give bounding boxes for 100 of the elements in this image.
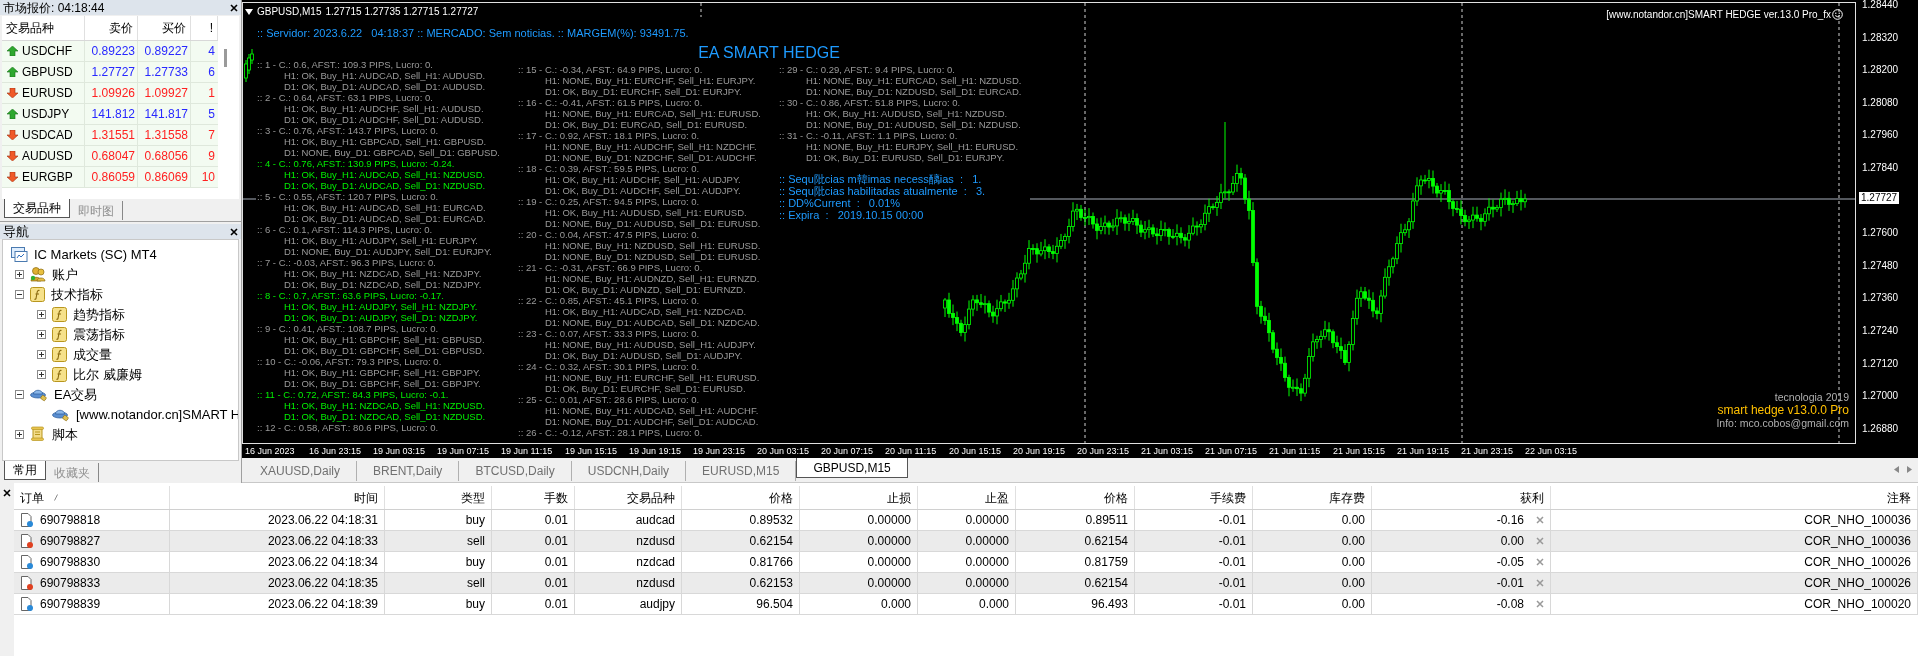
chart-tab[interactable]: XAUUSD,Daily — [244, 461, 357, 481]
ask-cell: 141.817 — [138, 104, 191, 124]
tree-item[interactable]: 成交量 — [73, 347, 112, 361]
order-row[interactable]: 690798827 2023.06.22 04:18:33 sell 0.01 nzdusd 0.62154 0.00000 0.00000 0.62154 -0.01 0.00 0.00 COR_NHO_100036 — [14, 531, 1918, 552]
expand-icon[interactable] — [15, 429, 24, 439]
tree-item[interactable]: 趋势指标 — [73, 307, 125, 321]
symbol-cell[interactable]: AUDUSD — [22, 147, 73, 165]
order-row[interactable]: 690798833 2023.06.22 04:18:35 sell 0.01 nzdusd 0.62153 0.00000 0.00000 0.62154 -0.01 0.00 -0.01 COR_NHO_100026 — [14, 573, 1918, 594]
price-axis-label: 1.28200 — [1862, 64, 1899, 77]
scrollbar-thumb[interactable] — [223, 49, 227, 67]
column-header[interactable]: 订单 — [20, 488, 44, 507]
time-axis-label: 21 Jun 19:15 — [1397, 445, 1451, 458]
table-cell-text: 690798818 — [40, 512, 101, 529]
spread-cell-text: 6 — [207, 64, 216, 81]
order-icon — [20, 554, 34, 570]
pair-signal-line: H1: OK, Buy_H1: NZDCAD, Sell_H1: NZDUSD. — [283, 400, 487, 411]
pair-status-heading: :: 4 - C.: 0.76, AFST.: 130.9 PIPS, Lucro: -0.24. — [257, 158, 456, 169]
ask-cell: 0.89227 — [138, 41, 191, 61]
pair-signal-line: H1: OK, Buy_H1: AUDCAD, Sell_H1: NZDUSD. — [283, 169, 487, 180]
column-header[interactable]: 手续费 — [1210, 488, 1246, 507]
panel-tab[interactable]: 交易品种 — [4, 199, 70, 218]
symbol-cell[interactable]: USDCAD — [22, 126, 73, 144]
symbol-cell[interactable]: EURUSD — [22, 84, 73, 102]
price-axis-label: 1.27360 — [1862, 292, 1899, 305]
order-row[interactable]: 690798830 2023.06.22 04:18:34 buy 0.01 nzdcad 0.81766 0.00000 0.00000 0.81759 -0.01 0.00 -0.05 COR_NHO_100026 — [14, 552, 1918, 573]
pair-signal-line: H1: OK, Buy_H1: GBPCHF, Sell_H1: GBPJPY. — [283, 367, 482, 378]
close-icon[interactable] — [3, 489, 11, 497]
table-cell-text: 690798830 — [40, 554, 101, 571]
column-header[interactable]: 注释 — [1887, 488, 1911, 507]
symbol-cell[interactable]: GBPUSD — [22, 63, 73, 81]
pair-signal-line: D1: NONE, Buy_D1: NZDCHF, Sell_D1: AUDCHF. — [544, 152, 758, 163]
time-axis-label: 21 Jun 11:15 — [1269, 445, 1322, 458]
pair-status-heading: :: 20 - C.: 0.04, AFST.: 47.5 PIPS, Lucro: 0. — [518, 229, 701, 240]
pair-signal-line: H1: OK, Buy_H1: AUDCAD, Sell_H1: NZDCAD. — [544, 306, 748, 317]
column-header[interactable]: 止盈 — [985, 488, 1009, 507]
symbol-cell[interactable]: EURGBP — [22, 168, 73, 186]
time-axis-label: 20 Jun 15:15 — [949, 445, 1003, 458]
table-cell-text: 0.00000 — [965, 512, 1009, 529]
chart-tab[interactable]: USDCNH,Daily — [571, 461, 687, 481]
close-icon[interactable] — [230, 227, 238, 236]
order-row[interactable]: 690798839 2023.06.22 04:18:39 buy 0.01 audjpy 96.504 0.000 0.000 96.493 -0.01 0.00 -0.08 COR_NHO_100020 — [14, 594, 1918, 615]
dropdown-triangle-icon[interactable] — [245, 8, 253, 15]
chart-plot[interactable] — [242, 2, 1856, 444]
table-cell-text: nzdusd — [636, 533, 675, 550]
pair-status-heading: :: 5 - C.: 0.55, AFST.: 120.7 PIPS, Lucro: 0. — [257, 191, 440, 202]
time-axis-label: 19 Jun 11:15 — [501, 445, 554, 458]
column-header[interactable]: 买价 — [138, 16, 191, 40]
column-header[interactable]: 止损 — [887, 488, 911, 507]
order-row[interactable]: 690798818 2023.06.22 04:18:31 buy 0.01 audcad 0.89532 0.00000 0.00000 0.89511 -0.01 0.00 -0.16 COR_NHO_100036 — [14, 510, 1918, 531]
tree-item[interactable]: 脚本 — [52, 427, 78, 441]
tree-item[interactable]: 比尔 威廉姆 — [73, 367, 142, 381]
time-axis-label: 19 Jun 15:15 — [565, 445, 619, 458]
function-icon — [52, 306, 67, 322]
pair-signal-line: H1: OK, Buy_H1: AUDCHF, Sell_H1: AUDUSD. — [283, 103, 485, 114]
collapse-icon[interactable] — [15, 289, 24, 299]
panel-tab[interactable]: 常用 — [4, 461, 46, 480]
pair-status-heading: :: 19 - C.: 0.25, AFST.: 94.5 PIPS, Lucro: 0. — [518, 196, 701, 207]
expand-icon[interactable] — [37, 309, 46, 319]
expand-icon[interactable] — [37, 349, 46, 359]
column-header[interactable]: 卖价 — [85, 16, 138, 40]
table-cell-text: -0.01 — [1218, 512, 1246, 529]
column-header[interactable]: 库存费 — [1329, 488, 1365, 507]
tree-item[interactable]: 技术指标 — [51, 287, 103, 301]
pair-signal-line: D1: NONE, Buy_D1: NZDUSD, Sell_D1: EURUSD. — [544, 251, 762, 262]
pair-signal-line: D1: NONE, Buy_D1: AUDJPY, Sell_D1: EURJPY. — [283, 246, 493, 257]
expand-icon[interactable] — [37, 329, 46, 339]
pair-signal-line: H1: NONE, Buy_H1: AUDCAD, Sell_H1: AUDCHF. — [544, 405, 760, 416]
column-header[interactable]: 手数 — [544, 488, 568, 507]
expand-icon[interactable] — [37, 369, 46, 379]
symbol-cell[interactable]: USDCHF — [22, 42, 72, 60]
ask-cell: 0.68056 — [138, 146, 191, 166]
table-cell-text: 0.00000 — [867, 512, 911, 529]
chart-tab[interactable]: BTCUSD,Daily — [459, 461, 572, 481]
column-header[interactable]: ! — [191, 16, 218, 40]
tree-item[interactable]: 震荡指标 — [73, 327, 125, 341]
tree-item[interactable]: EA交易 — [54, 387, 98, 401]
footer-info: tecnologia 2019 — [1774, 391, 1849, 404]
pair-status-heading: :: 17 - C.: 0.92, AFST.: 18.1 PIPS, Lucro: 0. — [518, 130, 701, 141]
chart-tab[interactable]: GBPUSD,M15 — [796, 458, 908, 478]
column-header[interactable]: 交易品种 — [2, 16, 85, 40]
column-header[interactable]: 价格 — [769, 488, 793, 507]
chart-tab[interactable]: BRENT,Daily — [357, 461, 460, 481]
column-header[interactable]: 时间 — [354, 488, 378, 507]
price-axis-label: 1.28320 — [1862, 31, 1899, 44]
footer-info: smart hedge v13.0.0 Pro — [1717, 404, 1849, 417]
column-header[interactable]: 获利 — [1520, 488, 1544, 507]
column-header[interactable]: 价格 — [1104, 488, 1128, 507]
scroll-left-icon[interactable] — [1894, 466, 1899, 473]
table-cell-text: 0.01 — [544, 533, 568, 550]
column-header[interactable]: 交易品种 — [627, 488, 675, 507]
tree-item[interactable]: IC Markets (SC) MT4 — [34, 247, 157, 261]
collapse-icon[interactable] — [15, 389, 24, 399]
expand-icon[interactable] — [15, 269, 24, 279]
tree-item[interactable]: 账户 — [52, 267, 78, 281]
close-icon[interactable] — [230, 3, 238, 12]
pair-status-heading: :: 21 - C.: -0.31, AFST.: 66.9 PIPS, Lucro: 0. — [518, 262, 704, 273]
symbol-cell[interactable]: USDJPY — [22, 105, 70, 123]
users-icon — [30, 266, 46, 282]
scroll-right-icon[interactable] — [1907, 466, 1912, 473]
column-header[interactable]: 类型 — [461, 488, 485, 507]
